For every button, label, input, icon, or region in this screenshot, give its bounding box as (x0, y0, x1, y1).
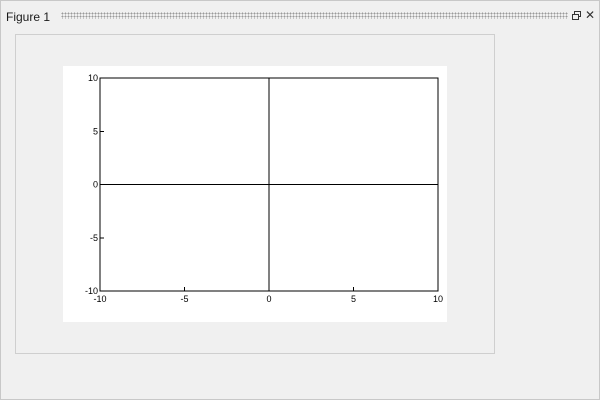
figure-window: Figure 1 ✕ -10 -5 0 5 10 -10 -5 0 5 10 (0, 0, 600, 400)
y-tick-label: 5 (93, 126, 98, 136)
window-title: Figure 1 (6, 10, 51, 24)
y-tick-label: 0 (93, 180, 98, 190)
undock-icon[interactable] (571, 9, 582, 21)
x-tick-label: 0 (266, 294, 271, 304)
title-bar[interactable]: Figure 1 ✕ (1, 1, 599, 31)
y-tick-label: -10 (85, 286, 98, 296)
chart: -10 -5 0 5 10-10-50510 (85, 73, 443, 304)
close-icon[interactable]: ✕ (585, 9, 595, 21)
drag-grip[interactable] (61, 12, 568, 19)
y-tick-label: 10 (88, 73, 98, 83)
x-tick-label: -5 (180, 294, 188, 304)
plot-canvas: -10 -5 0 5 10 -10 -5 0 5 10 (63, 66, 447, 322)
y-tick-label: -5 (90, 233, 98, 243)
x-tick-label: 5 (351, 294, 356, 304)
x-tick-label: 10 (433, 294, 443, 304)
